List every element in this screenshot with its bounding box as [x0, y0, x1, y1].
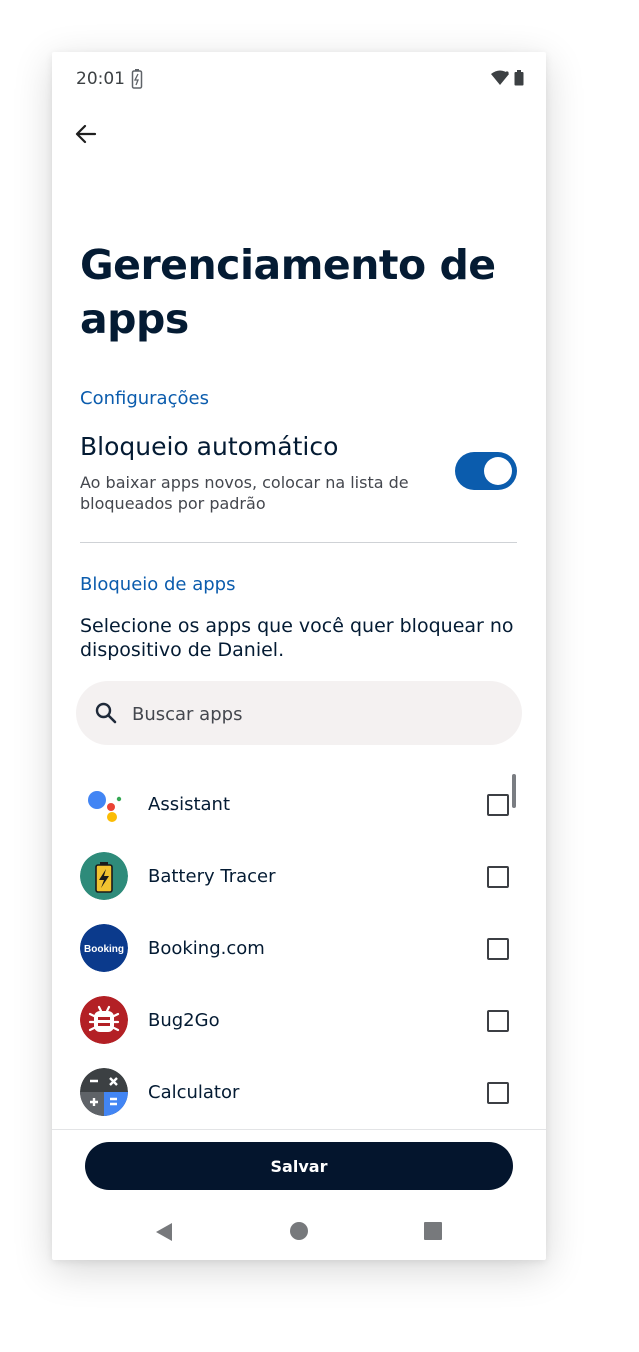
app-name: Booking.com	[148, 938, 265, 959]
status-time: 20:01	[76, 69, 125, 89]
page-title: Gerenciamento de apps	[80, 241, 496, 343]
phone-frame: 20:01 Gerenciamento de apps Configuraçõe…	[52, 52, 546, 1260]
app-blocking-section-header: Bloqueio de apps	[80, 574, 236, 595]
app-name: Battery Tracer	[148, 866, 276, 887]
app-checkbox[interactable]	[487, 938, 509, 960]
app-row-assistant[interactable]: Assistant	[52, 768, 546, 840]
app-checkbox[interactable]	[487, 866, 509, 888]
battery-saver-icon	[131, 68, 143, 95]
wifi-icon	[490, 70, 510, 91]
booking-icon-text: Booking	[84, 944, 124, 955]
toggle-knob	[484, 457, 512, 485]
save-button[interactable]: Salvar	[85, 1142, 513, 1190]
booking-icon: Booking	[80, 924, 128, 972]
nav-recents-icon[interactable]	[424, 1222, 442, 1240]
nav-home-icon[interactable]	[290, 1222, 308, 1240]
back-button[interactable]	[70, 118, 102, 150]
app-name: Bug2Go	[148, 1010, 220, 1031]
system-nav-bar	[52, 1204, 546, 1260]
search-input[interactable]	[130, 699, 494, 729]
battery-tracer-icon	[80, 852, 128, 900]
assistant-icon	[80, 780, 128, 828]
bug2go-icon	[80, 996, 128, 1044]
calculator-icon	[80, 1068, 128, 1116]
settings-section-header: Configurações	[80, 388, 209, 409]
search-icon	[94, 701, 118, 730]
search-box[interactable]	[76, 681, 522, 745]
status-bar: 20:01	[52, 52, 546, 104]
app-row-calculator[interactable]: Calculator	[52, 1056, 546, 1128]
status-icons	[490, 70, 524, 91]
app-blocking-instructions: Selecione os apps que você quer bloquear…	[80, 615, 514, 661]
app-checkbox[interactable]	[487, 1010, 509, 1032]
footer-divider	[52, 1129, 546, 1130]
app-row-bug2go[interactable]: Bug2Go	[52, 984, 546, 1056]
app-checkbox[interactable]	[487, 794, 509, 816]
nav-back-icon[interactable]	[154, 1222, 174, 1247]
section-divider	[80, 542, 517, 543]
auto-block-description: Ao baixar apps novos, colocar na lista d…	[80, 473, 409, 513]
app-row-battery-tracer[interactable]: Battery Tracer	[52, 840, 546, 912]
app-list: Assistant Battery Tracer Booking Booking…	[52, 764, 546, 1130]
battery-icon	[514, 70, 524, 91]
app-checkbox[interactable]	[487, 1082, 509, 1104]
auto-block-title: Bloqueio automático	[80, 432, 339, 461]
app-row-booking[interactable]: Booking Booking.com	[52, 912, 546, 984]
arrow-back-icon	[75, 124, 97, 144]
app-name: Assistant	[148, 794, 231, 815]
auto-block-toggle[interactable]	[455, 452, 517, 490]
list-scrollbar[interactable]	[512, 774, 516, 808]
app-name: Calculator	[148, 1082, 240, 1103]
